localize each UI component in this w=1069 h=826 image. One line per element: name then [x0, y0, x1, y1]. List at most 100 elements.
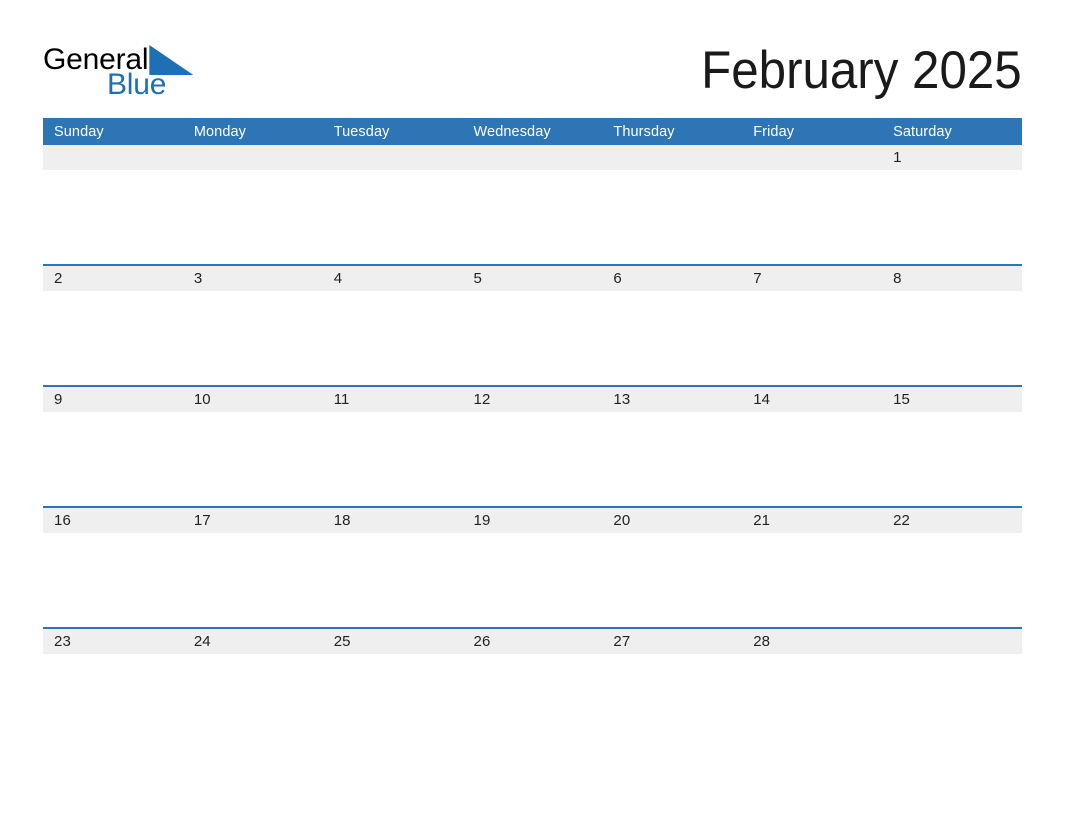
day-note-cell[interactable]	[602, 170, 743, 264]
day-number[interactable]	[602, 145, 743, 170]
day-number[interactable]: 4	[322, 266, 463, 291]
day-note-cell[interactable]	[182, 170, 323, 264]
day-number[interactable]: 21	[742, 508, 883, 533]
week-date-band: 2 3 4 5 6 7 8	[43, 266, 1022, 291]
day-number[interactable]: 24	[182, 629, 323, 654]
day-note-cell[interactable]	[882, 654, 1022, 748]
week-row: 16 17 18 19 20 21 22	[43, 506, 1022, 627]
calendar-grid: Sunday Monday Tuesday Wednesday Thursday…	[43, 118, 1022, 748]
day-number[interactable]: 9	[43, 387, 183, 412]
weekday-header-monday: Monday	[193, 123, 247, 140]
day-note-cell[interactable]	[742, 412, 883, 506]
weekday-header-saturday: Saturday	[893, 123, 952, 140]
day-note-cell[interactable]	[322, 654, 463, 748]
week-note-area	[43, 412, 1022, 506]
day-note-cell[interactable]	[43, 533, 183, 627]
week-date-band: 1	[43, 145, 1022, 170]
day-number[interactable]: 12	[462, 387, 603, 412]
day-number[interactable]	[462, 145, 603, 170]
week-row: 23 24 25 26 27 28	[43, 627, 1022, 748]
day-number[interactable]: 10	[182, 387, 323, 412]
logo-bottom-row: Blue	[107, 70, 166, 100]
week-note-area	[43, 291, 1022, 385]
day-note-cell[interactable]	[882, 170, 1022, 264]
day-note-cell[interactable]	[182, 291, 323, 385]
day-number[interactable]	[882, 629, 1022, 654]
day-note-cell[interactable]	[742, 533, 883, 627]
weekday-header-tuesday: Tuesday	[333, 123, 390, 140]
day-note-cell[interactable]	[462, 170, 603, 264]
week-note-area	[43, 170, 1022, 264]
day-number[interactable]: 3	[182, 266, 323, 291]
day-note-cell[interactable]	[602, 291, 743, 385]
weekday-header-wednesday: Wednesday	[473, 123, 551, 140]
week-row: 1	[43, 145, 1022, 264]
day-number[interactable]: 26	[462, 629, 603, 654]
calendar-page: General Blue February 2025 Sunday Monday…	[0, 0, 1069, 826]
day-note-cell[interactable]	[322, 170, 463, 264]
day-note-cell[interactable]	[43, 412, 183, 506]
day-note-cell[interactable]	[462, 533, 603, 627]
day-number[interactable]: 27	[602, 629, 743, 654]
day-number[interactable]: 13	[602, 387, 743, 412]
day-note-cell[interactable]	[462, 412, 603, 506]
day-note-cell[interactable]	[742, 654, 883, 748]
day-number[interactable]: 7	[742, 266, 883, 291]
day-number[interactable]: 16	[43, 508, 183, 533]
day-note-cell[interactable]	[602, 533, 743, 627]
day-number[interactable]: 20	[602, 508, 743, 533]
day-number[interactable]: 1	[882, 145, 1022, 170]
day-number[interactable]: 5	[462, 266, 603, 291]
week-date-band: 16 17 18 19 20 21 22	[43, 508, 1022, 533]
day-note-cell[interactable]	[742, 291, 883, 385]
page-header: General Blue February 2025	[43, 41, 1022, 106]
week-row: 2 3 4 5 6 7 8	[43, 264, 1022, 385]
day-number[interactable]: 25	[322, 629, 463, 654]
day-number[interactable]: 19	[462, 508, 603, 533]
day-number[interactable]	[742, 145, 883, 170]
weekday-header-thursday: Thursday	[613, 123, 675, 140]
day-note-cell[interactable]	[602, 654, 743, 748]
day-note-cell[interactable]	[602, 412, 743, 506]
week-note-area	[43, 533, 1022, 627]
page-title: February 2025	[701, 41, 1022, 100]
day-number[interactable]	[43, 145, 183, 170]
day-note-cell[interactable]	[462, 291, 603, 385]
day-note-cell[interactable]	[462, 654, 603, 748]
day-note-cell[interactable]	[882, 291, 1022, 385]
day-note-cell[interactable]	[882, 412, 1022, 506]
day-number[interactable]	[322, 145, 463, 170]
week-row: 9 10 11 12 13 14 15	[43, 385, 1022, 506]
day-note-cell[interactable]	[43, 291, 183, 385]
day-number[interactable]: 11	[322, 387, 463, 412]
weekday-header-friday: Friday	[753, 123, 795, 140]
day-note-cell[interactable]	[322, 533, 463, 627]
week-note-area	[43, 654, 1022, 748]
day-note-cell[interactable]	[882, 533, 1022, 627]
general-blue-logo[interactable]: General Blue	[43, 44, 273, 106]
week-date-band: 9 10 11 12 13 14 15	[43, 387, 1022, 412]
day-number[interactable]: 28	[742, 629, 883, 654]
day-note-cell[interactable]	[182, 533, 323, 627]
day-number[interactable]: 2	[43, 266, 183, 291]
day-note-cell[interactable]	[43, 170, 183, 264]
day-number[interactable]: 22	[882, 508, 1022, 533]
day-number[interactable]: 8	[882, 266, 1022, 291]
weekday-header-sunday: Sunday	[54, 123, 104, 140]
day-note-cell[interactable]	[43, 654, 183, 748]
day-number[interactable]: 18	[322, 508, 463, 533]
day-number[interactable]: 17	[182, 508, 323, 533]
day-number[interactable]: 15	[882, 387, 1022, 412]
week-date-band: 23 24 25 26 27 28	[43, 629, 1022, 654]
day-note-cell[interactable]	[322, 412, 463, 506]
weekday-header-row: Sunday Monday Tuesday Wednesday Thursday…	[43, 118, 1022, 145]
day-note-cell[interactable]	[742, 170, 883, 264]
day-number[interactable]	[182, 145, 323, 170]
day-note-cell[interactable]	[322, 291, 463, 385]
day-note-cell[interactable]	[182, 654, 323, 748]
day-note-cell[interactable]	[182, 412, 323, 506]
day-number[interactable]: 23	[43, 629, 183, 654]
day-number[interactable]: 6	[602, 266, 743, 291]
logo-text-blue: Blue	[107, 68, 167, 101]
day-number[interactable]: 14	[742, 387, 883, 412]
